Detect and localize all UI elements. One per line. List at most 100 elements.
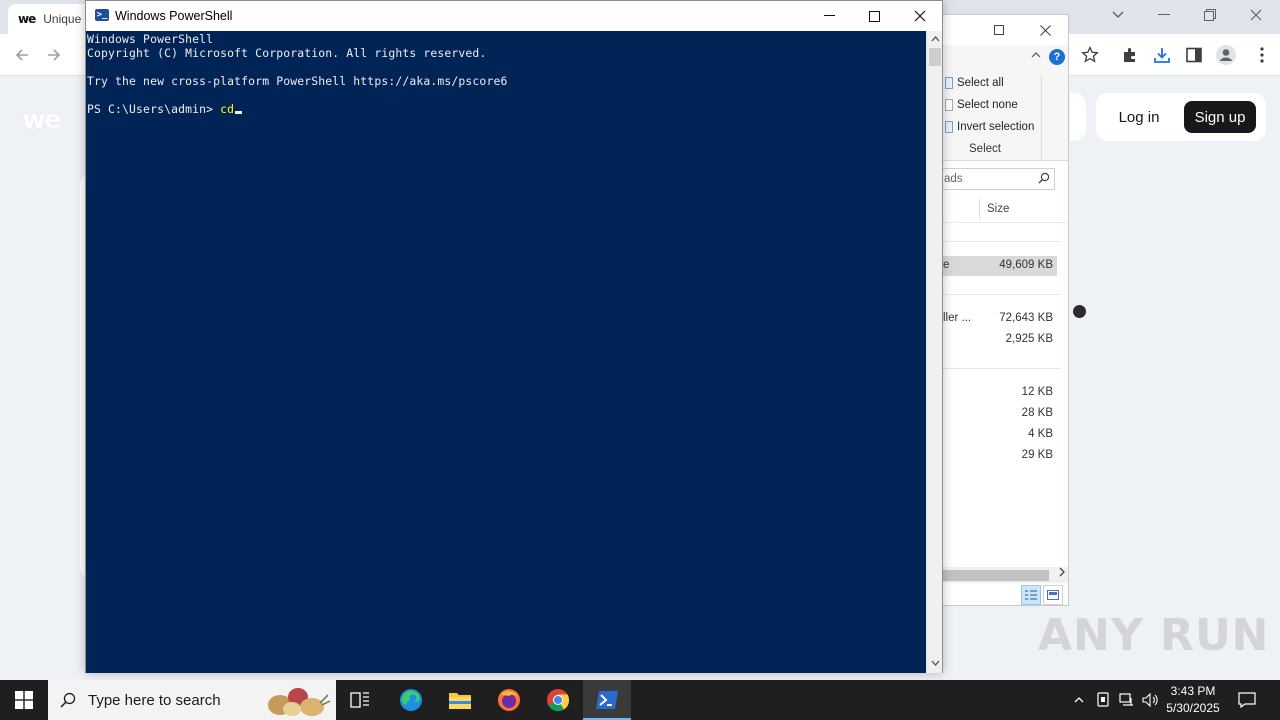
start-button[interactable]	[0, 680, 48, 720]
device-tray-icon[interactable]	[1093, 680, 1113, 720]
volume-icon[interactable]	[1140, 680, 1162, 720]
wetransfer-logo[interactable]: we	[22, 105, 62, 135]
auth-buttons: Log in Sign up	[1096, 93, 1266, 141]
explorer-search-text: ads	[944, 173, 963, 185]
clock-date: 5/30/2025	[1166, 701, 1220, 715]
taskbar-clock[interactable]: 3:43 PM 5/30/2025	[1160, 683, 1226, 717]
powershell-icon: >_	[95, 9, 109, 21]
select-none-button[interactable]: Select none	[945, 96, 1018, 114]
chrome-menu-icon[interactable]	[1250, 43, 1274, 67]
file-row[interactable]: 12 KB	[941, 383, 1057, 403]
file-size: 4 KB	[1028, 428, 1053, 440]
back-icon[interactable]	[10, 43, 34, 67]
column-divider[interactable]	[979, 199, 980, 219]
forward-icon[interactable]	[42, 43, 66, 67]
file-row[interactable]: e 49,609 KB	[941, 256, 1057, 276]
explorer-column-header: Size	[941, 195, 1068, 223]
file-size: 28 KB	[1021, 407, 1053, 419]
tab-favicon: we	[18, 12, 36, 26]
select-group-label: Select	[969, 143, 1001, 155]
scroll-down-icon[interactable]	[927, 655, 943, 671]
select-all-label: Select all	[957, 77, 1004, 89]
tab-search-icon[interactable]	[1098, 4, 1138, 26]
chrome-icon	[547, 689, 570, 712]
file-row[interactable]: 4 KB	[941, 425, 1057, 445]
select-none-icon	[945, 99, 953, 111]
explorer-horizontal-scrollbar[interactable]	[941, 567, 1068, 583]
select-all-button[interactable]: Select all	[945, 74, 1004, 92]
ribbon-separator	[1041, 75, 1042, 161]
view-mode-buttons	[1021, 585, 1063, 605]
network-icon[interactable]	[1116, 680, 1138, 720]
file-size: 2,925 KB	[1005, 333, 1053, 345]
file-explorer-taskbar-button[interactable]	[436, 680, 484, 720]
bookmark-star-icon[interactable]	[1078, 43, 1102, 67]
typed-command: cd	[220, 102, 235, 116]
clock-time: 3:43 PM	[1170, 684, 1216, 698]
firefox-taskbar-button[interactable]	[485, 680, 533, 720]
maximize-icon[interactable]	[851, 1, 897, 31]
sign-up-button[interactable]: Sign up	[1184, 101, 1256, 133]
nav-card-edge	[1070, 93, 1086, 141]
task-view-icon	[350, 692, 369, 708]
file-name: ller ...	[943, 312, 972, 324]
ribbon-collapse-icon[interactable]	[1031, 47, 1041, 61]
scrollbar-thumb[interactable]	[929, 48, 941, 66]
log-in-button[interactable]: Log in	[1104, 101, 1174, 133]
invert-selection-label: Invert selection	[957, 121, 1035, 133]
file-row[interactable]: 29 KB	[941, 446, 1057, 466]
prompt-line[interactable]: PS C:\Users\admin> cd	[87, 102, 243, 116]
close-icon[interactable]	[1236, 4, 1276, 26]
powershell-taskbar-icon	[596, 691, 618, 709]
group-divider	[941, 368, 1061, 369]
file-name: e	[943, 259, 950, 271]
scroll-right-icon[interactable]	[1059, 567, 1065, 580]
details-view-icon[interactable]	[1021, 585, 1041, 605]
explorer-maximize-icon[interactable]	[989, 20, 1009, 40]
file-size: 29 KB	[1021, 449, 1053, 461]
explorer-ribbon: ? Select all Select none Invert selectio…	[941, 45, 1068, 161]
console-line: Windows PowerShell	[87, 32, 214, 46]
side-panel-icon[interactable]	[1182, 43, 1206, 67]
file-size: 72,643 KB	[999, 312, 1053, 324]
scroll-up-icon[interactable]	[927, 31, 943, 47]
explorer-search-input[interactable]: ads	[941, 168, 1055, 190]
restore-icon[interactable]	[1190, 4, 1230, 26]
text-cursor	[235, 111, 243, 114]
download-icon[interactable]	[1150, 43, 1174, 67]
tray-overflow-icon[interactable]	[1068, 680, 1090, 720]
select-none-label: Select none	[957, 99, 1018, 111]
explorer-titlebar	[941, 15, 1068, 45]
powershell-taskbar-button[interactable]	[583, 680, 631, 720]
edge-icon	[400, 689, 422, 711]
powershell-titlebar[interactable]: >_ Windows PowerShell	[86, 1, 942, 31]
help-icon[interactable]: ?	[1049, 49, 1065, 65]
profile-avatar-icon[interactable]	[1214, 43, 1238, 67]
console-vertical-scrollbar[interactable]	[926, 31, 942, 673]
file-explorer-window: ? Select all Select none Invert selectio…	[940, 14, 1069, 606]
extensions-icon[interactable]	[1118, 43, 1142, 67]
file-row[interactable]: 2,925 KB	[941, 330, 1057, 350]
task-view-button[interactable]	[336, 680, 384, 720]
edge-taskbar-button[interactable]	[387, 680, 435, 720]
console-output[interactable]: Windows PowerShell Copyright (C) Microso…	[86, 31, 926, 673]
taskbar-search-box[interactable]: Type here to search	[48, 680, 336, 720]
notification-center-icon[interactable]	[1232, 680, 1262, 720]
size-column-header[interactable]: Size	[987, 203, 1009, 215]
explorer-close-icon[interactable]	[1035, 20, 1055, 40]
close-icon[interactable]	[897, 1, 943, 31]
search-icon[interactable]	[1038, 172, 1050, 187]
group-divider	[941, 241, 1061, 242]
invert-selection-button[interactable]: Invert selection	[945, 118, 1034, 136]
taskbar: Type here to search 3:43 PM 5/30/2025	[0, 680, 1280, 720]
chrome-taskbar-button[interactable]	[534, 680, 582, 720]
console-line: Copyright (C) Microsoft Corporation. All…	[87, 46, 487, 60]
file-size: 49,609 KB	[999, 259, 1053, 271]
file-row[interactable]: ller ... 72,643 KB	[941, 309, 1057, 329]
minimize-icon[interactable]	[1144, 4, 1184, 26]
scrollbar-thumb[interactable]	[941, 570, 1049, 581]
large-icons-view-icon[interactable]	[1043, 585, 1063, 605]
file-row[interactable]: 28 KB	[941, 404, 1057, 424]
minimize-icon[interactable]	[806, 1, 852, 31]
file-size: 12 KB	[1021, 386, 1053, 398]
